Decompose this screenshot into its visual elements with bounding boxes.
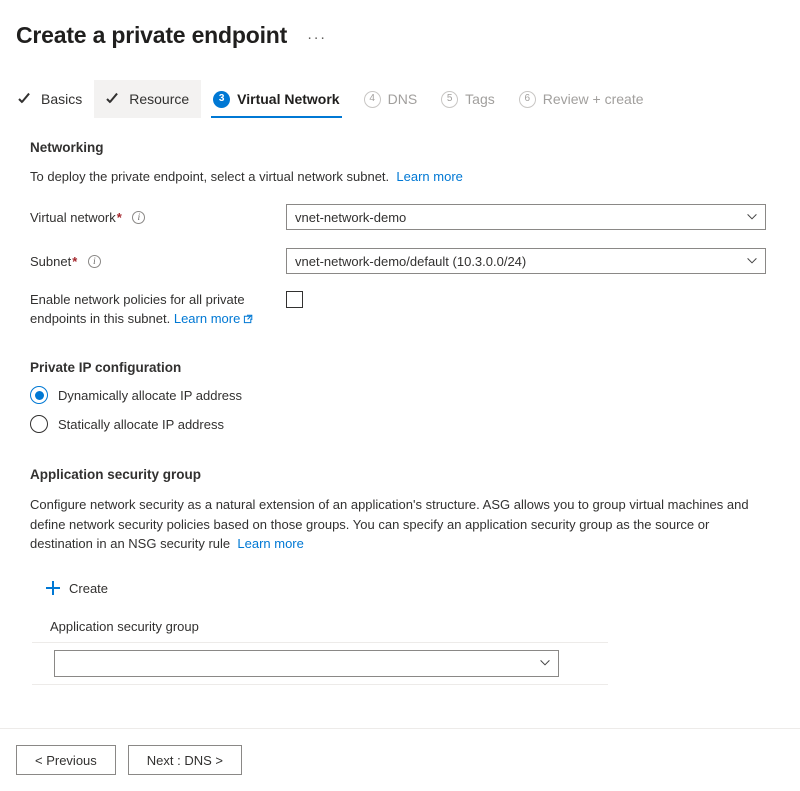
tab-resource-label: Resource [129, 91, 190, 107]
network-policies-row: Enable network policies for all private … [30, 290, 784, 328]
tab-virtual-network-label: Virtual Network [237, 91, 340, 107]
page-title: Create a private endpoint [16, 22, 288, 48]
tab-dns[interactable]: 4 DNS [352, 80, 430, 118]
asg-learn-more-link[interactable]: Learn more [237, 536, 303, 551]
network-policies-learn-more-text: Learn more [173, 311, 241, 326]
tab-basics[interactable]: Basics [16, 80, 94, 118]
network-policies-label-line2: endpoints in this subnet. [30, 311, 171, 326]
subnet-label-text: Subnet [30, 254, 72, 269]
network-policies-label: Enable network policies for all private … [30, 290, 286, 328]
step-number-badge: 6 [518, 90, 536, 108]
info-icon[interactable] [87, 255, 101, 268]
asg-description-text: Configure network security as a natural … [30, 497, 749, 551]
tab-review-create[interactable]: 6 Review + create [507, 80, 656, 118]
next-button[interactable]: Next : DNS > [127, 745, 243, 775]
virtual-network-label-text: Virtual network [30, 210, 116, 225]
asg-create-label: Create [69, 580, 109, 596]
subnet-value: vnet-network-demo/default (10.3.0.0/24) [295, 253, 527, 269]
more-options-icon[interactable]: ··· [303, 30, 331, 45]
wizard-footer: < Previous Next : DNS > [0, 728, 800, 791]
plus-icon [46, 581, 60, 595]
tab-basics-label: Basics [41, 91, 83, 107]
private-ip-heading: Private IP configuration [30, 360, 182, 375]
tab-resource[interactable]: Resource [94, 80, 202, 118]
form-content: Networking To deploy the private endpoin… [0, 140, 800, 685]
previous-button[interactable]: < Previous [16, 745, 116, 775]
tab-tags[interactable]: 5 Tags [429, 80, 507, 118]
radio-dynamic-allocate-label: Dynamically allocate IP address [58, 387, 243, 403]
asg-field-grid [32, 641, 608, 685]
tab-review-create-label: Review + create [542, 91, 644, 107]
page-header: Create a private endpoint ··· [0, 0, 800, 56]
radio-icon-unselected[interactable] [30, 415, 48, 433]
radio-icon-selected[interactable] [30, 386, 48, 404]
required-marker: * [72, 254, 78, 269]
subnet-label: Subnet* [30, 248, 286, 271]
virtual-network-label: Virtual network* [30, 204, 286, 227]
info-icon[interactable] [132, 211, 146, 224]
radio-dynamic-allocate[interactable]: Dynamically allocate IP address [30, 386, 784, 404]
subnet-select[interactable]: vnet-network-demo/default (10.3.0.0/24) [286, 248, 766, 274]
asg-description: Configure network security as a natural … [30, 495, 765, 554]
asg-select[interactable] [54, 649, 559, 677]
networking-heading: Networking [30, 140, 104, 155]
chevron-down-icon [747, 256, 757, 265]
check-icon [18, 91, 34, 107]
radio-static-allocate[interactable]: Statically allocate IP address [30, 415, 784, 433]
required-marker: * [116, 210, 122, 225]
networking-description: To deploy the private endpoint, select a… [30, 167, 770, 186]
asg-create-button[interactable]: Create [44, 578, 110, 599]
network-policies-label-line1: Enable network policies for all private [30, 292, 245, 307]
step-number-badge: 4 [363, 90, 381, 108]
asg-heading: Application security group [30, 467, 202, 482]
step-number-badge: 5 [441, 90, 459, 108]
virtual-network-row: Virtual network* vnet-network-demo [30, 204, 784, 230]
chevron-down-icon [540, 658, 550, 667]
asg-field-label: Application security group [50, 618, 199, 634]
network-policies-learn-more-link[interactable]: Learn more [174, 311, 253, 326]
networking-learn-more-link[interactable]: Learn more [396, 169, 462, 184]
tab-tags-label: Tags [465, 91, 495, 107]
external-link-icon [243, 310, 253, 324]
virtual-network-select[interactable]: vnet-network-demo [286, 204, 766, 230]
chevron-down-icon [747, 212, 757, 221]
subnet-row: Subnet* vnet-network-demo/default (10.3.… [30, 248, 784, 274]
wizard-tabstrip: Basics Resource 3 Virtual Network 4 DNS … [0, 80, 800, 118]
virtual-network-value: vnet-network-demo [295, 209, 407, 225]
enable-network-policies-checkbox[interactable] [286, 291, 303, 308]
check-icon [106, 91, 122, 107]
tab-dns-label: DNS [387, 91, 418, 107]
tab-virtual-network[interactable]: 3 Virtual Network [201, 80, 351, 118]
radio-static-allocate-label: Statically allocate IP address [58, 416, 224, 432]
step-number-badge: 3 [213, 90, 231, 108]
networking-description-text: To deploy the private endpoint, select a… [30, 169, 390, 184]
